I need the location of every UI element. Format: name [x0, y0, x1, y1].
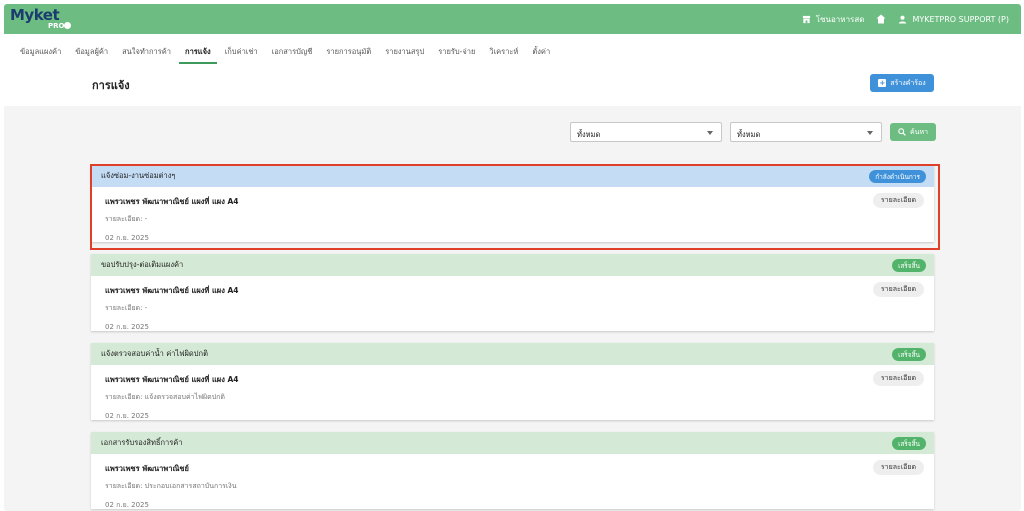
card-header: แจ้งตรวจสอบค่าน้ำ ค่าไฟผิดปกติ เสร็จสิ้น [91, 343, 934, 365]
user-label: MYKETPRO SUPPORT (P) [912, 14, 1009, 24]
nav-item-rent[interactable]: เก็บค่าเช่า [219, 34, 264, 66]
myket-logo[interactable]: Myket PRO [10, 6, 80, 32]
status-badge: เสร็จสิ้น [892, 259, 926, 272]
status-badge: เสร็จสิ้น [892, 437, 926, 450]
filter-select-1-value: ทั้งหมด [577, 130, 601, 139]
topbar-actions: โซนอาหารสด MYKETPRO SUPPORT (P) [802, 4, 1009, 34]
nav-item-notifications[interactable]: การแจ้ง [179, 34, 217, 66]
card-body: แพรวเพชร พัฒนาพาณิชย์ แผงที่ แผง A4 รายล… [91, 187, 934, 242]
details-button[interactable]: รายละเอียด [872, 460, 924, 475]
main-nav: ข้อมูลแผงค้า ข้อมูลผู้ค้า สนใจทำการค้า ก… [4, 34, 1021, 66]
card-detail-text: รายละเอียด: ประกอบเอกสารสถาบันการเงิน [105, 482, 237, 490]
card-category: ขอปรับปรุง-ต่อเติมแผงค้า [101, 260, 184, 269]
card-date: 02 ก.ย. 2025 [105, 323, 149, 331]
user-menu[interactable]: MYKETPRO SUPPORT (P) [898, 15, 1009, 24]
card-detail-text: รายละเอียด: - [105, 215, 148, 223]
notification-card: เอกสารรับรองสิทธิ์การค้า เสร็จสิ้น แพรวเ… [91, 432, 934, 509]
nav-item-accounting[interactable]: เอกสารบัญชี [266, 34, 319, 66]
nav-item-interested[interactable]: สนใจทำการค้า [116, 34, 177, 66]
card-date: 02 ก.ย. 2025 [105, 501, 149, 509]
card-category: เอกสารรับรองสิทธิ์การค้า [101, 438, 183, 447]
notification-card: แจ้งซ่อม-งานซ่อมต่างๆ กำลังดำเนินการ แพร… [91, 165, 934, 242]
card-detail-text: รายละเอียด: - [105, 304, 148, 312]
status-badge: เสร็จสิ้น [892, 348, 926, 361]
shop-label: โซนอาหารสด [815, 14, 865, 24]
notification-card: แจ้งตรวจสอบค่าน้ำ ค่าไฟผิดปกติ เสร็จสิ้น… [91, 343, 934, 420]
nav-item-analytics[interactable]: วิเคราะห์ [483, 34, 524, 66]
card-vendor-title: แพรวเพชร พัฒนาพาณิชย์ [105, 464, 189, 473]
nav-item-settings[interactable]: ตั้งค่า [526, 34, 556, 66]
details-button[interactable]: รายละเอียด [872, 371, 924, 386]
card-date: 02 ก.ย. 2025 [105, 234, 149, 242]
store-icon [802, 15, 810, 23]
search-icon [898, 128, 906, 136]
page-title: การแจ้ง [92, 79, 130, 92]
nav-item-approvals[interactable]: รายการอนุมัติ [320, 34, 377, 66]
home-button[interactable] [876, 14, 886, 24]
app-window: Myket PRO โซนอาหารสด MYKETPRO SUPPORT (P… [4, 4, 1021, 511]
card-date: 02 ก.ย. 2025 [105, 412, 149, 420]
shop-selector[interactable]: โซนอาหารสด [802, 13, 865, 26]
screenshot-frame: Myket PRO โซนอาหารสด MYKETPRO SUPPORT (P… [0, 0, 1024, 511]
card-body: แพรวเพชร พัฒนาพาณิชย์ รายละเอียด: ประกอบ… [91, 454, 934, 509]
details-button[interactable]: รายละเอียด [872, 193, 924, 208]
top-bar: Myket PRO โซนอาหารสด MYKETPRO SUPPORT (P… [4, 4, 1021, 34]
card-vendor-title: แพรวเพชร พัฒนาพาณิชย์ แผงที่ แผง A4 [105, 286, 239, 295]
create-request-label: สร้างคำร้อง [890, 78, 926, 87]
nav-item-income-expense[interactable]: รายรับ-จ่าย [432, 34, 481, 66]
filter-select-1[interactable]: ทั้งหมด [570, 122, 722, 142]
chevron-down-icon [707, 131, 713, 135]
create-request-button[interactable]: + สร้างคำร้อง [870, 74, 934, 92]
search-button[interactable]: ค้นหา [890, 123, 936, 141]
status-badge: กำลังดำเนินการ [869, 170, 926, 183]
chevron-down-icon [867, 131, 873, 135]
nav-item-reports[interactable]: รายงานสรุป [379, 34, 430, 66]
filter-select-2[interactable]: ทั้งหมด [730, 122, 882, 142]
search-label: ค้นหา [909, 127, 928, 136]
filter-select-2-value: ทั้งหมด [737, 130, 761, 139]
card-header: แจ้งซ่อม-งานซ่อมต่างๆ กำลังดำเนินการ [91, 165, 934, 187]
nav-item-vendors[interactable]: ข้อมูลผู้ค้า [69, 34, 114, 66]
card-vendor-title: แพรวเพชร พัฒนาพาณิชย์ แผงที่ แผง A4 [105, 375, 239, 384]
nav-item-stalls[interactable]: ข้อมูลแผงค้า [14, 34, 67, 66]
plus-icon: + [878, 79, 887, 87]
card-detail-text: รายละเอียด: แจ้งตรวจสอบค่าไฟผิดปกติ [105, 393, 225, 401]
card-category: แจ้งตรวจสอบค่าน้ำ ค่าไฟผิดปกติ [101, 349, 208, 358]
details-button[interactable]: รายละเอียด [872, 282, 924, 297]
notification-card: ขอปรับปรุง-ต่อเติมแผงค้า เสร็จสิ้น แพรวเ… [91, 254, 934, 331]
logo-pro-label: PRO [48, 22, 65, 30]
card-body: แพรวเพชร พัฒนาพาณิชย์ แผงที่ แผง A4 รายล… [91, 276, 934, 331]
home-icon [876, 14, 886, 24]
card-category: แจ้งซ่อม-งานซ่อมต่างๆ [101, 171, 176, 180]
card-body: แพรวเพชร พัฒนาพาณิชย์ แผงที่ แผง A4 รายล… [91, 365, 934, 420]
logo-dot-icon [64, 22, 71, 29]
card-header: ขอปรับปรุง-ต่อเติมแผงค้า เสร็จสิ้น [91, 254, 934, 276]
page-header: การแจ้ง + สร้างคำร้อง [4, 66, 1021, 106]
user-icon [899, 15, 907, 24]
card-header: เอกสารรับรองสิทธิ์การค้า เสร็จสิ้น [91, 432, 934, 454]
card-vendor-title: แพรวเพชร พัฒนาพาณิชย์ แผงที่ แผง A4 [105, 197, 239, 206]
